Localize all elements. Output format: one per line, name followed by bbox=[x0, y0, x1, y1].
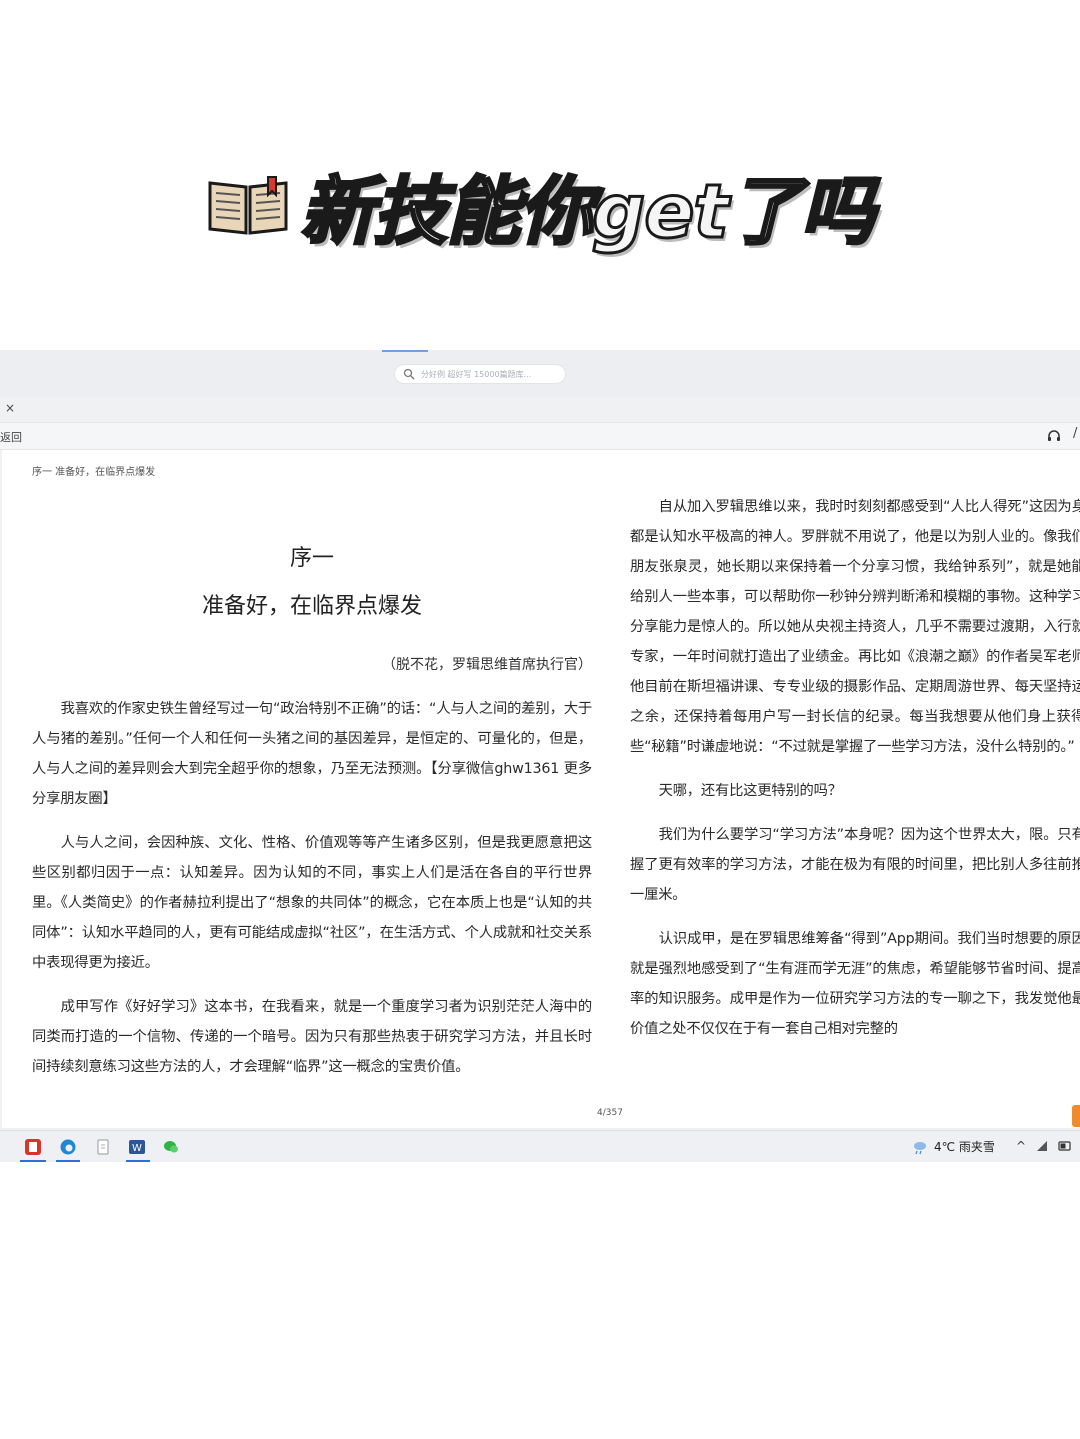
svg-text:W: W bbox=[132, 1143, 142, 1154]
author-line: （脱不花，罗辑思维首席执行官） bbox=[382, 657, 592, 673]
page-corner-tab[interactable] bbox=[1072, 1105, 1080, 1127]
chapter-title: 序一 bbox=[289, 546, 334, 571]
back-button[interactable]: 返回 bbox=[0, 429, 22, 445]
headline: 新技能你get了吗 bbox=[0, 150, 1080, 260]
sleet-weather-icon bbox=[914, 1141, 926, 1154]
close-row: × bbox=[0, 398, 1080, 420]
weather-widget[interactable]: 4℃ 雨夹雪 bbox=[912, 1138, 995, 1155]
search-placeholder: 分好例 超好写 15000篇题库... bbox=[421, 369, 532, 379]
running-header: 序一 准备好，在临界点爆发 bbox=[32, 467, 156, 478]
page-number: 4/357 bbox=[597, 1108, 623, 1118]
headphones-icon[interactable] bbox=[1047, 429, 1061, 442]
chapter-subtitle: 准备好，在临界点爆发 bbox=[201, 594, 422, 619]
paragraph: 人与人之间，会因种族、文化、性格、价值观等等产生诸多区别，但是我更愿意把这些区别… bbox=[32, 835, 592, 971]
paragraph: 认识成甲，是在罗辑思维筹备“得到”App期间。我们当时想要的原因，就是强烈地感受… bbox=[630, 931, 1080, 1037]
search-icon bbox=[403, 368, 415, 380]
file-icon[interactable] bbox=[94, 1138, 112, 1156]
paragraph: 我们为什么要学习“学习方法”本身呢？因为这个世界太大，限。只有掌握了更有效率的学… bbox=[630, 827, 1080, 903]
wechat-icon[interactable] bbox=[162, 1138, 180, 1156]
edge-browser-icon[interactable] bbox=[59, 1138, 77, 1156]
paragraph: 我喜欢的作家史铁生曾经写过一句“政治特别不正确”的话：“人与人之间的差别，大于人… bbox=[32, 701, 592, 807]
toolbar-overflow-icon[interactable]: / bbox=[1073, 426, 1077, 441]
right-column: 自从加入罗辑思维以来，我时时刻刻都感受到“人比人得死”这因为身边都是认知水平极高… bbox=[630, 492, 1080, 1058]
book-page: 序一 准备好，在临界点爆发 序一 准备好，在临界点爆发 （脱不花，罗辑思维首席执… bbox=[2, 450, 1080, 1128]
close-icon[interactable]: × bbox=[5, 401, 15, 415]
search-input[interactable]: 分好例 超好写 15000篇题库... bbox=[394, 364, 566, 384]
reader-toolbar: 返回 / bbox=[0, 422, 1080, 450]
headline-text: 新技能你get了吗 bbox=[299, 167, 877, 256]
taskbar: W 4℃ 雨夹雪 ^ bbox=[0, 1130, 1080, 1162]
pdf-reader-icon[interactable] bbox=[24, 1138, 42, 1156]
active-tab-indicator bbox=[382, 350, 428, 352]
weather-text: 4℃ 雨夹雪 bbox=[934, 1140, 995, 1154]
running-app-underline bbox=[56, 1160, 80, 1162]
paragraph: 成甲写作《好好学习》这本书，在我看来，就是一个重度学习者为识别茫茫人海中的同类而… bbox=[32, 999, 592, 1075]
system-tray: ^ bbox=[1016, 1139, 1072, 1153]
browser-topbar: 分好例 超好写 15000篇题库... bbox=[0, 350, 1080, 398]
network-icon[interactable] bbox=[1036, 1140, 1048, 1152]
battery-icon[interactable] bbox=[1058, 1140, 1072, 1152]
open-book-icon bbox=[208, 176, 288, 235]
paragraph: 天哪，还有比这更特别的吗？ bbox=[658, 783, 842, 799]
paragraph: 自从加入罗辑思维以来，我时时刻刻都感受到“人比人得死”这因为身边都是认知水平极高… bbox=[630, 499, 1080, 755]
left-column: 序一 准备好，在临界点爆发 （脱不花，罗辑思维首席执行官） 我喜欢的作家史铁生曾… bbox=[32, 540, 592, 1096]
screenshot-region: 分好例 超好写 15000篇题库... × 返回 / 序一 准备好，在临界点爆发… bbox=[0, 350, 1080, 1162]
word-icon[interactable]: W bbox=[128, 1138, 146, 1156]
active-app-underline bbox=[20, 1160, 46, 1162]
tray-expand-icon[interactable]: ^ bbox=[1016, 1139, 1026, 1153]
running-app-underline bbox=[126, 1160, 150, 1162]
